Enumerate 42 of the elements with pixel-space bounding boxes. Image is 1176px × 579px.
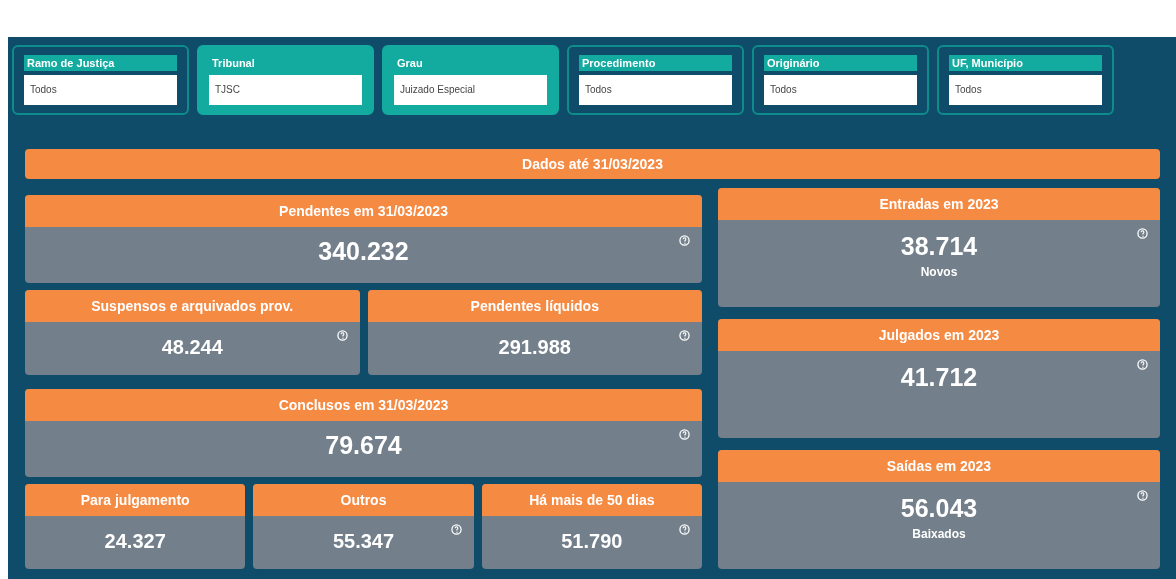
card-title: Pendentes líquidos: [367, 290, 702, 322]
kpi-caption: Novos: [920, 265, 958, 279]
kpi-caption: Baixados: [912, 527, 966, 541]
help-icon[interactable]: [679, 235, 690, 246]
filter-dropdown[interactable]: Todos: [24, 75, 177, 105]
kpi-value: 55.347: [332, 530, 395, 553]
card-title: Outros: [253, 484, 474, 516]
card-title: Julgados em 2023: [718, 319, 1160, 351]
date-banner: Dados até 31/03/2023: [25, 149, 1160, 179]
filter-dropdown[interactable]: Todos: [579, 75, 732, 105]
card-title: Saídas em 2023: [718, 450, 1160, 482]
kpi-value: 48.244: [161, 336, 223, 359]
card-title: Há mais de 50 dias: [481, 484, 702, 516]
kpi-value: 79.674: [325, 431, 402, 460]
help-icon[interactable]: [679, 429, 690, 440]
kpi-value: 56.043: [900, 494, 978, 523]
card-title: Conclusos em 31/03/2023: [25, 389, 702, 421]
help-icon[interactable]: [336, 330, 348, 341]
help-icon[interactable]: [1137, 490, 1148, 501]
kpi-value: 24.327: [104, 530, 166, 553]
help-icon[interactable]: [1137, 359, 1148, 370]
card-title: Entradas em 2023: [718, 188, 1160, 220]
filter-dropdown[interactable]: Todos: [764, 75, 917, 105]
filter-label: Ramo de Justiça: [24, 55, 177, 71]
kpi-value: 291.988: [498, 336, 571, 359]
help-icon[interactable]: [450, 524, 462, 535]
card-title: Pendentes em 31/03/2023: [25, 195, 702, 227]
filter-label: Originário: [764, 55, 917, 71]
card-title: Para julgamento: [25, 484, 246, 516]
kpi-value: 38.714: [900, 232, 978, 261]
filter-dropdown[interactable]: Juizado Especial: [394, 75, 547, 105]
filter-dropdown[interactable]: Todos: [949, 75, 1102, 105]
help-icon[interactable]: [679, 330, 690, 341]
card-title: Suspensos e arquivados prov.: [25, 290, 360, 322]
kpi-value: 41.712: [900, 363, 978, 392]
help-icon[interactable]: [1137, 228, 1148, 239]
kpi-value: 340.232: [318, 237, 409, 266]
filter-label: Procedimento: [579, 55, 732, 71]
kpi-value: 51.790: [561, 530, 623, 553]
help-icon[interactable]: [679, 524, 690, 535]
filter-dropdown[interactable]: TJSC: [209, 75, 362, 105]
filter-label: UF, Município: [949, 55, 1102, 71]
